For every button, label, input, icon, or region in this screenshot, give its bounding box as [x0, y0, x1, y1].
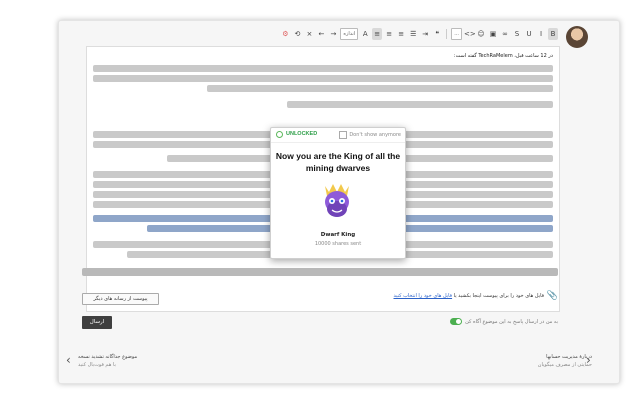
heading-select[interactable]: ... — [451, 28, 462, 40]
image-icon[interactable]: ▣ — [488, 28, 498, 40]
checkbox-icon[interactable] — [339, 131, 348, 139]
code-icon[interactable]: <> — [464, 28, 476, 40]
check-icon — [276, 131, 283, 138]
popup-header: UNLOCKED Don't show anymore — [271, 128, 405, 143]
chevron-left-icon[interactable]: ‹ — [66, 353, 71, 367]
notify-label: به من در ارسال پاسخ به این موضوع آگاه کن — [465, 318, 558, 325]
next-topic-link[interactable]: موضوع جداگانه تشدید نسخه با هم فوت‌بال ک… — [78, 354, 137, 368]
attach-from-media-button[interactable]: پیوست از رسانه های دیگر — [82, 293, 159, 305]
toolbar-divider — [446, 29, 448, 39]
avatar[interactable] — [566, 26, 588, 48]
text-color-icon[interactable]: A — [360, 28, 370, 40]
achievement-title: Now you are the King of all the mining d… — [275, 151, 401, 173]
text-line — [93, 65, 553, 72]
text-line — [82, 268, 558, 276]
prev-topic-sub: حمایتی از مصرف میگویان — [537, 362, 592, 368]
text-line — [207, 85, 553, 92]
font-select[interactable]: اندازه — [340, 28, 359, 40]
achievement-popup: UNLOCKED Don't show anymore Now you are … — [270, 127, 406, 259]
align-right-icon[interactable]: ≡ — [372, 28, 383, 40]
notify-toggle[interactable] — [450, 318, 463, 325]
redo-icon[interactable]: ⟲ — [292, 28, 302, 40]
dont-show-label: Don't show anymore — [349, 132, 401, 138]
badge-name: Dwarf King — [320, 232, 356, 238]
underline-icon[interactable]: U — [524, 28, 534, 40]
choose-files-link[interactable]: فایل های خود را انتخاب کنید — [393, 293, 452, 299]
next-topic-sub: با هم فوت‌بال کنید — [78, 362, 116, 368]
notify-toggle-row: به من در ارسال پاسخ به این موضوع آگاه کن — [450, 318, 558, 325]
align-left-icon[interactable]: ≡ — [396, 28, 406, 40]
align-center-icon[interactable]: ≡ — [384, 28, 394, 40]
indent-icon[interactable]: ⇥ — [420, 28, 430, 40]
strike-icon[interactable]: S — [512, 28, 522, 40]
text-line — [93, 75, 553, 82]
quote-icon[interactable]: ❝ — [432, 28, 442, 40]
clear-format-icon[interactable]: ⨯ — [304, 28, 314, 40]
text-line — [287, 101, 553, 108]
editor-toolbar: ⚙ ⟲ ⨯ ← → اندازه A ≡ ≡ ≡ ☰ ⇥ ❝ ... <> ☺ … — [196, 27, 558, 41]
upload-hint: فایل های خود را برای پیوست اینجا بکشید ی… — [393, 293, 544, 299]
bold-icon[interactable]: B — [548, 28, 558, 40]
link-icon[interactable]: ∞ — [500, 28, 510, 40]
list-icon[interactable]: ☰ — [408, 28, 418, 40]
next-topic-title: موضوع جداگانه تشدید نسخه — [78, 354, 138, 360]
reply-bar: ارسال به من در ارسال پاسخ به این موضوع آ… — [82, 316, 558, 329]
undo-icon[interactable]: ⚙ — [280, 28, 290, 40]
prev-topic-link[interactable]: دربارهٔ مدیریت حسابها حمایتی از مصرف میگ… — [538, 354, 592, 368]
arrow-left-icon[interactable]: ← — [316, 28, 326, 40]
send-button[interactable]: ارسال — [82, 316, 112, 329]
chevron-right-icon[interactable]: › — [586, 353, 591, 367]
upload-text: فایل های خود را برای پیوست اینجا بکشید ی… — [453, 293, 544, 299]
dwarf-king-badge-icon — [325, 184, 349, 217]
paperclip-icon[interactable]: 📎 — [547, 291, 558, 301]
unlocked-label: UNLOCKED — [286, 131, 318, 137]
quote-intro: در 12 ساعت قبل، TechRaMelem گفته است: — [453, 53, 553, 59]
prev-topic-title: دربارهٔ مدیریت حسابها — [546, 354, 592, 360]
emoji-icon[interactable]: ☺ — [476, 28, 486, 40]
badge-subtitle: 10000 shares sent — [314, 241, 362, 247]
arrow-right-icon[interactable]: → — [328, 28, 338, 40]
italic-icon[interactable]: I — [536, 28, 546, 40]
dont-show-checkbox[interactable]: Don't show anymore — [339, 131, 401, 139]
